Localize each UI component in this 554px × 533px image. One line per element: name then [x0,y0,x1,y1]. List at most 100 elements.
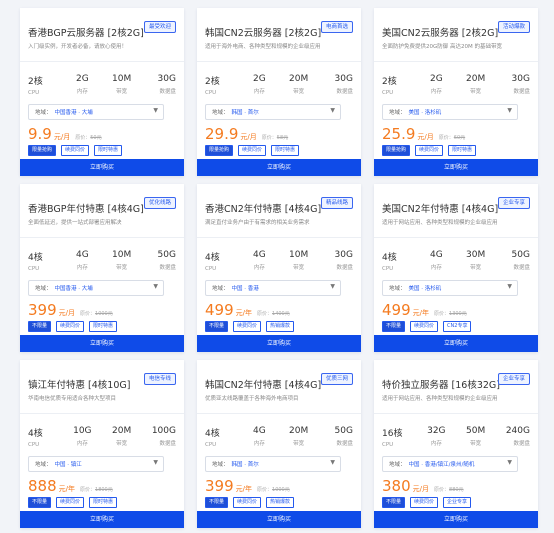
feature-button[interactable]: 不限量 [28,321,52,332]
card-divider [20,61,184,62]
spec-value: 4核 [382,253,397,263]
region-select[interactable]: 地域： 中国 · 香港/镇江/泉州/随机 ▼ [382,456,518,472]
feature-button[interactable]: 限量抢购 [382,145,411,156]
spec-label: CPU [28,90,40,96]
spec-item: 4G 内存 [244,250,274,272]
buy-now-button[interactable]: 立即购买 [374,159,538,176]
price-unit: 元/年 [235,485,252,493]
spec-label: 内存 [430,89,442,95]
feature-button[interactable]: 限量抢购 [205,145,234,156]
region-select[interactable]: 地域： 中国香港 · 大埔 ▼ [28,104,164,120]
card-title: 香港BGP年付特惠 [4核4G] [28,204,144,215]
region-select[interactable]: 地域： 中国 · 香港 ▼ [205,280,341,296]
feature-button[interactable]: 限量抢购 [28,145,57,156]
spec-label: 带宽 [293,441,305,447]
feature-button[interactable]: 不限量 [205,497,229,508]
price-row: 9.9 元/月 原价：50元 [28,125,102,143]
region-select[interactable]: 地域： 美国 · 洛杉矶 ▼ [382,104,518,120]
spec-item: 30M 带宽 [461,250,491,272]
buy-now-button[interactable]: 立即购买 [197,511,361,528]
original-price: 原价：880元 [434,486,464,493]
feature-button[interactable]: 热销爆款 [266,497,295,508]
buy-now-button[interactable]: 立即购买 [374,335,538,352]
original-price-value: 880元 [449,487,464,493]
feature-button[interactable]: 不限量 [382,321,406,332]
feature-button[interactable]: 热销爆款 [266,321,295,332]
price-unit: 元/月 [417,133,434,141]
original-price-label: 原价： [75,135,91,141]
buy-now-button[interactable]: 立即购买 [374,511,538,528]
region-select[interactable]: 地域： 韩国 · 首尔 ▼ [205,456,341,472]
price-row: 499 元/年 原价：1300元 [382,301,467,319]
buy-now-button[interactable]: 立即购买 [20,159,184,176]
product-grid: 香港BGP云服务器 [2核2G] 最受欢迎 入门级实例，开发者必备，请放心使用！… [20,8,538,528]
spec-value: 30G [334,250,353,260]
feature-button[interactable]: 不限量 [28,497,52,508]
card-divider [197,237,361,238]
original-price-label: 原价： [257,487,273,493]
spec-value: 100G [151,426,176,436]
feature-button[interactable]: 不限量 [382,497,406,508]
card-title: 韩国CN2云服务器 [2核2G] [205,28,322,39]
spec-item: 20M 带宽 [461,74,491,96]
spec-row: 16核 CPU 32G 内存 50M 带宽 240G 数据盘 [382,426,530,448]
feature-button[interactable]: 续费同价 [61,145,90,156]
feature-button[interactable]: 限时特惠 [448,145,477,156]
buy-now-button[interactable]: 立即购买 [20,511,184,528]
buy-now-button[interactable]: 立即购买 [197,335,361,352]
region-select[interactable]: 地域： 韩国 · 首尔 ▼ [205,104,341,120]
buy-now-button[interactable]: 立即购买 [197,159,361,176]
price-row: 888 元/年 原价：1800元 [28,477,113,495]
original-price-value: 1000元 [272,487,290,493]
spec-row: 2核 CPU 2G 内存 20M 带宽 30G 数据盘 [205,74,353,96]
original-price-label: 原价： [257,311,273,317]
spec-label: CPU [382,90,394,96]
spec-item: 4G 内存 [421,250,451,272]
spec-item: 20M 带宽 [107,426,137,448]
feature-button[interactable]: 限时特惠 [271,145,300,156]
spec-label: 数据盘 [513,441,530,447]
region-select[interactable]: 地域： 中国 · 镇江 ▼ [28,456,164,472]
spec-label: 带宽 [116,265,128,271]
original-price-value: 58元 [276,135,289,141]
spec-label: 带宽 [293,89,305,95]
feature-button[interactable]: 限时特惠 [89,321,118,332]
region-label: 地域： [389,286,406,292]
spec-label: 内存 [430,265,442,271]
spec-label: 数据盘 [159,441,176,447]
spec-item: 30G 数据盘 [323,74,353,96]
price-row: 499 元/年 原价：1400元 [205,301,290,319]
feature-button[interactable]: 续费同价 [415,145,444,156]
feature-button[interactable]: 不限量 [205,321,229,332]
feature-button[interactable]: 续费同价 [238,145,267,156]
feature-button[interactable]: 限时特惠 [89,497,118,508]
price-value: 9.9 [28,125,52,143]
feature-button[interactable]: 续费同价 [56,321,85,332]
spec-label: 内存 [430,441,442,447]
spec-label: 内存 [76,265,88,271]
original-price: 原价：50元 [75,134,101,141]
original-price: 原价：1000元 [80,310,113,317]
card-divider [374,61,538,62]
feature-button[interactable]: 续费同价 [56,497,85,508]
feature-button[interactable]: CN2专享 [443,321,472,332]
feature-button[interactable]: 续费同价 [410,497,439,508]
feature-button[interactable]: 续费同价 [233,497,262,508]
buy-now-button[interactable]: 立即购买 [20,335,184,352]
chevron-down-icon: ▼ [330,459,335,466]
feature-button[interactable]: 续费同价 [410,321,439,332]
card-tag-badge: 企业专享 [497,197,530,209]
feature-button[interactable]: 限时特惠 [94,145,123,156]
feature-button[interactable]: 企业专享 [443,497,472,508]
feature-button[interactable]: 续费同价 [233,321,262,332]
card-tag-badge: 企业专享 [497,373,530,385]
spec-item: 20M 带宽 [284,74,314,96]
region-select[interactable]: 地域： 中国香港 · 大埔 ▼ [28,280,164,296]
spec-label: 带宽 [116,89,128,95]
price-unit: 元/年 [235,309,252,317]
card-description: 入门级实例，开发者必备，请放心使用！ [28,44,128,50]
region-select[interactable]: 地域： 美国 · 洛杉矶 ▼ [382,280,518,296]
card-title: 韩国CN2年付特惠 [4核4G] [205,380,322,391]
card-description: 适用于网站应用、各种类型和规模的企业级应用 [382,220,498,226]
original-price-label: 原价： [434,487,450,493]
